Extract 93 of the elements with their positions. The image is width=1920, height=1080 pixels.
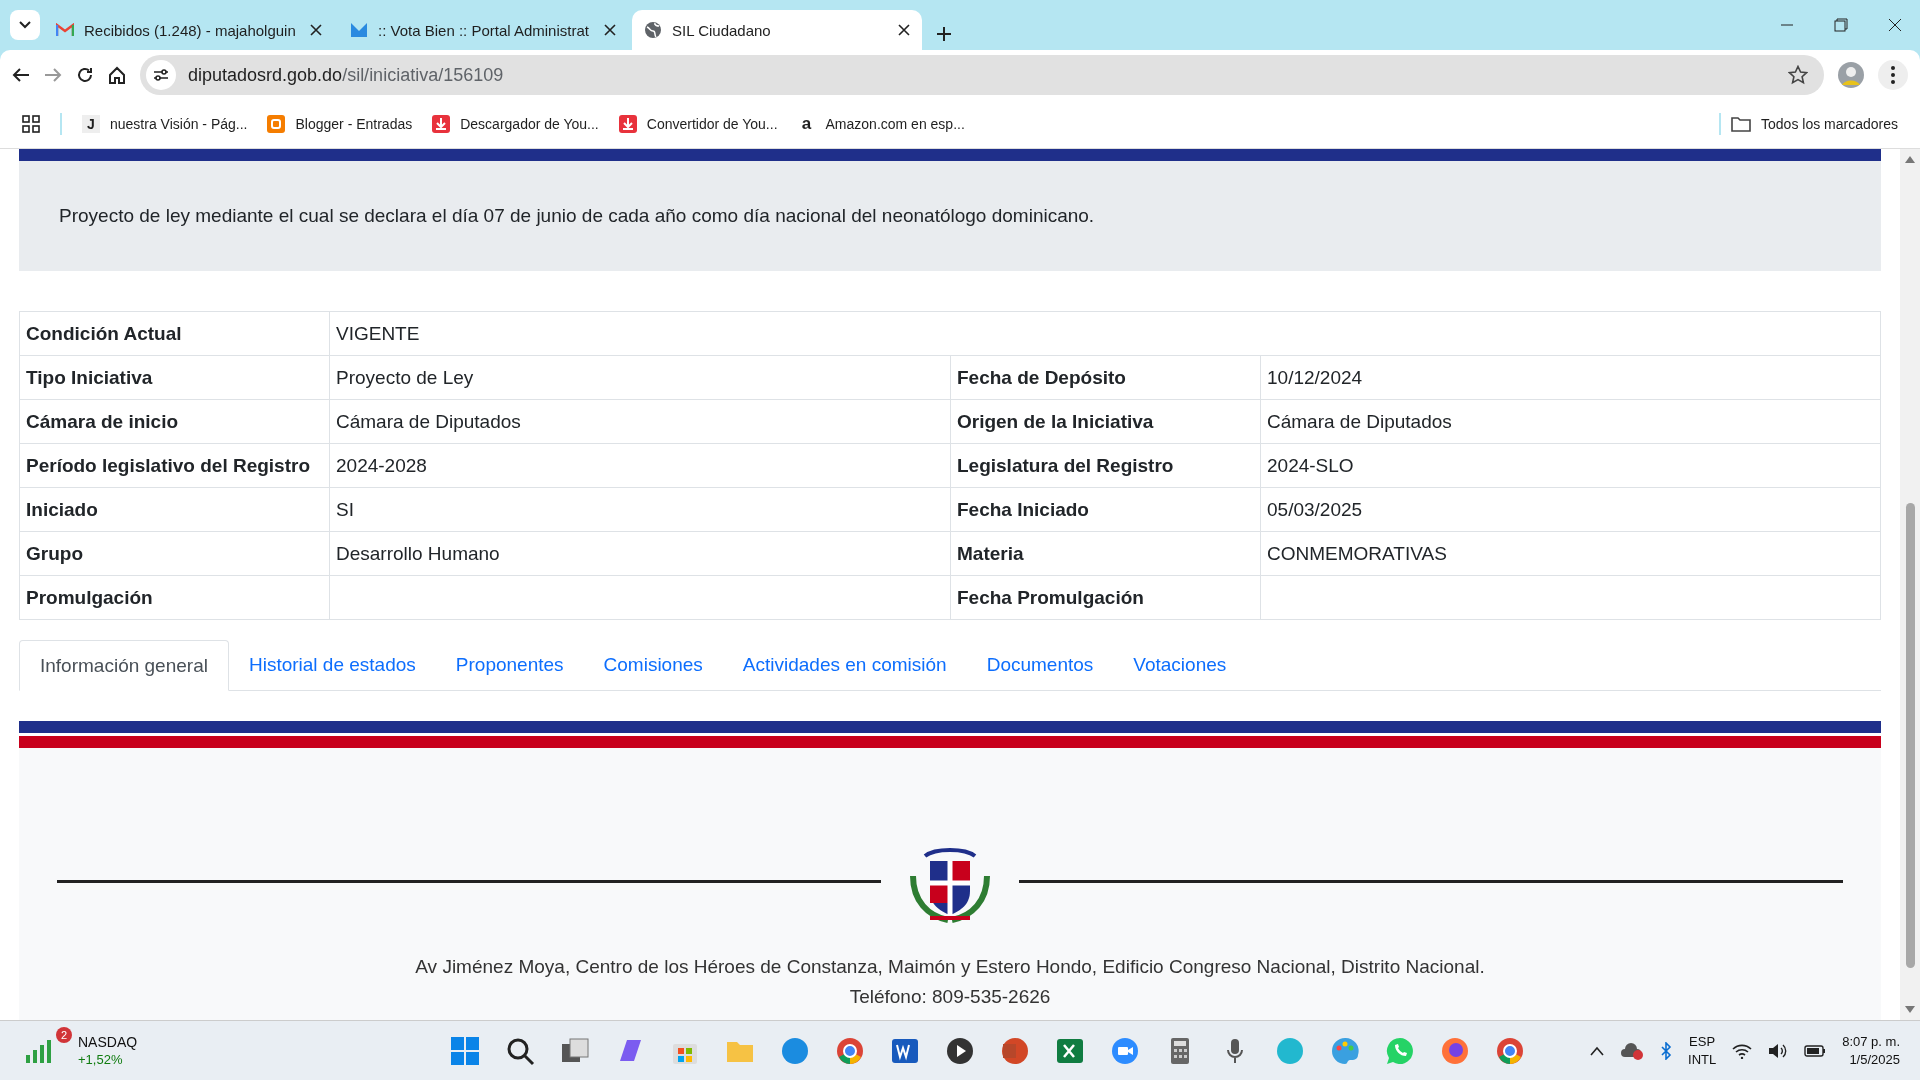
blogger-icon xyxy=(267,115,286,133)
speaker-icon[interactable] xyxy=(1768,1042,1789,1059)
field-value: 10/12/2024 xyxy=(1260,355,1881,400)
field-value: Desarrollo Humano xyxy=(329,531,951,576)
footer-address: Av Jiménez Moya, Centro de los Héroes de Constanza, Maimón y Estero Hondo, Edificio Congreso Nacional, Distrito Nacional. xyxy=(415,956,1485,978)
field-value: VIGENTE xyxy=(329,311,1881,356)
apps-grid-icon[interactable] xyxy=(22,115,40,133)
star-icon[interactable] xyxy=(1788,65,1808,85)
field-label: Iniciado xyxy=(19,487,330,532)
forward-icon[interactable] xyxy=(44,67,62,83)
bluetooth-icon[interactable] xyxy=(1660,1041,1672,1060)
globe-icon xyxy=(644,21,662,39)
field-label: Fecha de Depósito xyxy=(950,355,1261,400)
new-tab-icon[interactable] xyxy=(936,26,952,42)
back-icon[interactable] xyxy=(12,67,30,83)
address-bar[interactable]: diputadosrd.gob.do/sil/iniciativa/156109 xyxy=(140,55,1824,95)
bookmark[interactable]: Descargador de You... xyxy=(432,115,599,133)
tab-search-button[interactable] xyxy=(10,10,40,40)
field-label: Período legislativo del Registro xyxy=(19,443,330,488)
palette-icon[interactable] xyxy=(1329,1035,1360,1066)
field-label: Grupo xyxy=(19,531,330,576)
windows-logo-icon[interactable] xyxy=(449,1035,480,1066)
close-icon[interactable] xyxy=(604,24,616,36)
chrome-icon[interactable] xyxy=(1494,1035,1525,1066)
scrollbar[interactable] xyxy=(1900,149,1920,1020)
all-bookmarks-folder[interactable]: Todos los marcadores xyxy=(1731,116,1898,132)
footer-phone: Teléfono: 809-535-2626 xyxy=(849,986,1051,1008)
avatar-icon[interactable] xyxy=(1838,62,1864,88)
field-label: Tipo Iniciativa xyxy=(19,355,330,400)
field-label: Fecha Promulgación xyxy=(950,575,1261,620)
field-label: Cámara de inicio xyxy=(19,399,330,444)
field-label: Materia xyxy=(950,531,1261,576)
letter-icon: J xyxy=(82,115,100,133)
field-value: Cámara de Diputados xyxy=(329,399,951,444)
widget-change: +1,52% xyxy=(78,1050,124,1069)
bookmark[interactable]: J nuestra Visión - Pág... xyxy=(82,115,248,133)
video-camera-icon[interactable] xyxy=(1109,1035,1140,1066)
cloud-error-icon[interactable] xyxy=(1620,1041,1644,1060)
home-icon[interactable] xyxy=(108,66,126,84)
notification-badge: 2 xyxy=(56,1026,72,1043)
browser-tab[interactable]: Recibidos (1.248) - majaholguin xyxy=(44,10,334,50)
bookmark[interactable]: Convertidor de You... xyxy=(618,115,778,133)
section-tab[interactable]: Actividades en comisión xyxy=(722,640,967,690)
field-value: Cámara de Diputados xyxy=(1260,399,1881,444)
m-shape-icon xyxy=(350,22,368,38)
envelope-m-icon xyxy=(56,23,74,37)
scrollbar-thumb[interactable] xyxy=(1905,503,1915,968)
widget-title: NASDAQ xyxy=(78,1032,138,1051)
amazon-icon: a xyxy=(797,115,816,133)
stock-chart-icon[interactable] xyxy=(24,1038,54,1063)
download-icon xyxy=(618,115,637,133)
reload-icon[interactable] xyxy=(76,66,94,84)
chevron-up-icon[interactable] xyxy=(1590,1045,1604,1056)
battery-icon[interactable] xyxy=(1804,1043,1827,1058)
field-label: Origen de la Iniciativa xyxy=(950,399,1261,444)
close-icon[interactable] xyxy=(1888,18,1902,32)
field-label: Fecha Iniciado xyxy=(950,487,1261,532)
folder-icon xyxy=(1731,116,1752,132)
field-value: SI xyxy=(329,487,951,532)
language-indicator[interactable]: ESP INTL xyxy=(1688,1032,1717,1069)
menu-icon[interactable] xyxy=(1878,60,1908,90)
section-tab[interactable]: Proponentes xyxy=(435,640,584,690)
section-tab[interactable]: Documentos xyxy=(966,640,1114,690)
field-value: 2024-SLO xyxy=(1260,443,1881,488)
clock[interactable]: 8:07 p. m. 1/5/2025 xyxy=(1842,1032,1900,1069)
close-icon[interactable] xyxy=(310,24,322,36)
bookmark[interactable]: a Amazon.com en esp... xyxy=(797,115,965,133)
url-text: diputadosrd.gob.do/sil/iniciativa/156109 xyxy=(188,64,504,86)
field-label: Promulgación xyxy=(19,575,330,620)
restore-icon[interactable] xyxy=(1834,18,1848,32)
scroll-up-icon[interactable] xyxy=(1905,155,1915,163)
chrome-icon[interactable] xyxy=(834,1035,865,1066)
description-text: Proyecto de ley mediante el cual se declara el día 07 de junio de cada año como día nacional del neonatólogo dominicano. xyxy=(59,205,1095,227)
download-icon xyxy=(432,115,451,133)
play-icon[interactable] xyxy=(944,1035,975,1066)
bookmark[interactable]: Blogger - Entradas xyxy=(267,115,413,133)
browser-tab[interactable]: SIL Ciudadano xyxy=(632,10,922,50)
site-settings-icon[interactable] xyxy=(153,68,169,82)
field-value: CONMEMORATIVAS xyxy=(1260,531,1881,576)
section-tab[interactable]: Historial de estados xyxy=(228,640,436,690)
browser-tab[interactable]: :: Vota Bien :: Portal Administrat xyxy=(338,10,628,50)
field-value: 05/03/2025 xyxy=(1260,487,1881,532)
chevron-down-icon xyxy=(19,21,31,29)
scroll-down-icon[interactable] xyxy=(1905,1006,1915,1014)
section-tab[interactable]: Comisiones xyxy=(583,640,723,690)
wifi-icon[interactable] xyxy=(1732,1042,1753,1059)
field-label: Legislatura del Registro xyxy=(950,443,1261,488)
field-value: 2024-2028 xyxy=(329,443,951,488)
section-tab[interactable]: Información general xyxy=(19,640,229,691)
field-label: Condición Actual xyxy=(19,311,330,356)
field-value: Proyecto de Ley xyxy=(329,355,951,400)
section-tab[interactable]: Votaciones xyxy=(1113,640,1247,690)
close-icon[interactable] xyxy=(898,24,910,36)
